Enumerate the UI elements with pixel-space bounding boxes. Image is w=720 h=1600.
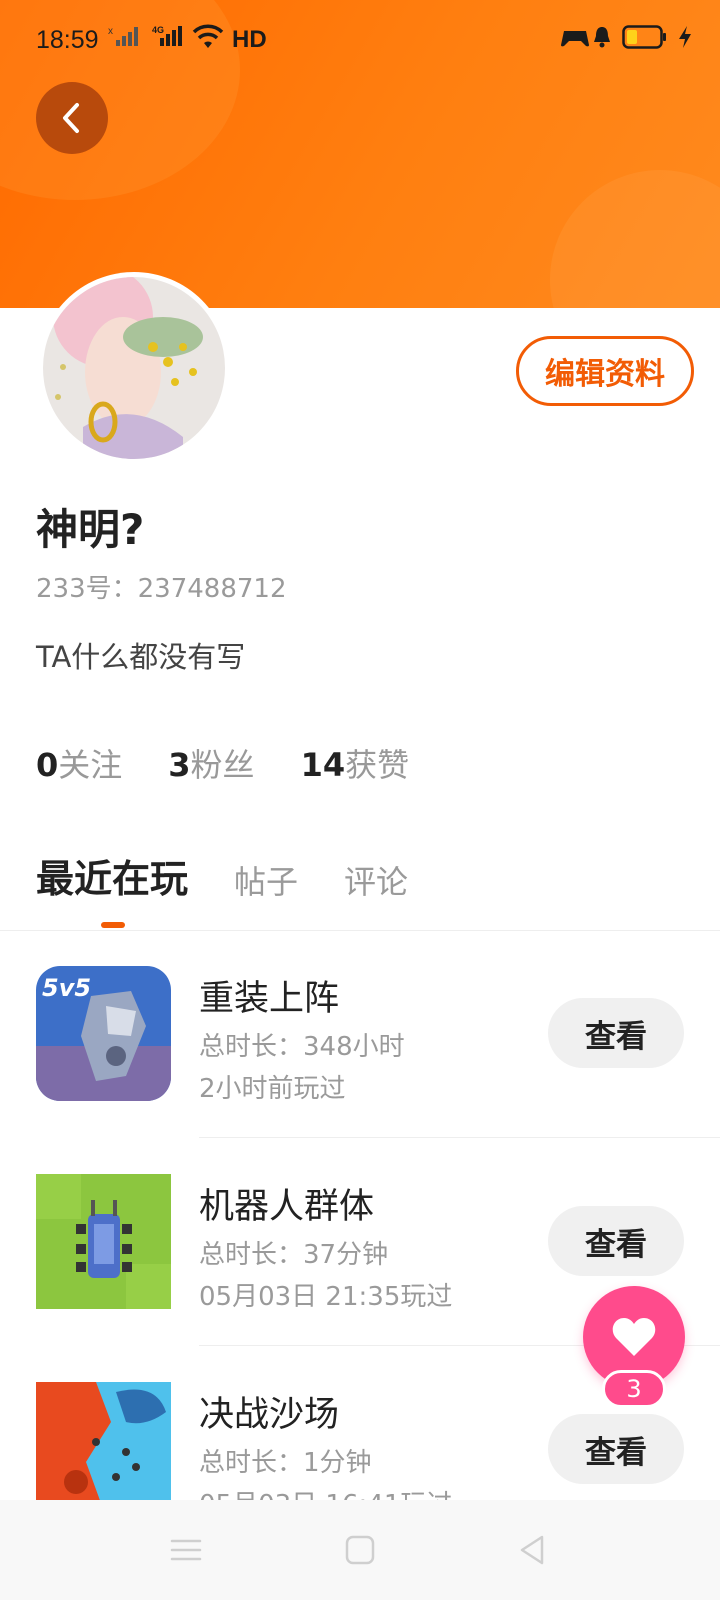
stat-following[interactable]: 0关注 <box>36 740 122 786</box>
avatar-image <box>43 277 225 459</box>
game-thumbnail <box>36 1382 171 1517</box>
home-square-icon[interactable] <box>342 1532 378 1568</box>
back-button[interactable] <box>36 82 108 154</box>
game-icon-robot <box>36 1174 171 1309</box>
stat-label: 粉丝 <box>190 746 255 784</box>
wifi-icon <box>192 24 224 48</box>
profile-header-banner: 18:59 x 4G HD <box>0 0 720 308</box>
menu-icon[interactable] <box>168 1532 204 1568</box>
system-navigation-bar <box>0 1500 720 1600</box>
profile-name: 神明? <box>36 505 145 554</box>
edit-profile-button[interactable]: 编辑资料 <box>516 336 694 406</box>
tab-recently-played[interactable]: 最近在玩 <box>36 848 188 903</box>
avatar-illustration <box>43 277 225 459</box>
header-decoration <box>550 170 720 308</box>
game-thumbnail <box>36 1174 171 1309</box>
profile-uid: 233号：237488712 <box>36 574 287 604</box>
avatar[interactable] <box>38 272 230 464</box>
battery-icon <box>622 25 666 49</box>
profile-stats: 0关注 3粉丝 14获赞 <box>36 740 409 786</box>
svg-text:5v5: 5v5 <box>42 974 91 1002</box>
back-triangle-icon[interactable] <box>514 1532 550 1568</box>
game-last-played: 2小时前玩过 <box>199 1074 346 1104</box>
tab-active-indicator <box>101 922 125 928</box>
game-duration: 总时长：37分钟 <box>199 1240 389 1270</box>
stat-number: 0 <box>36 746 59 784</box>
tab-posts[interactable]: 帖子 <box>234 857 298 903</box>
status-time: 18:59 <box>36 26 99 54</box>
network-hd-label: HD <box>232 26 267 53</box>
tab-comments[interactable]: 评论 <box>344 857 408 903</box>
signal-4g-icon: 4G <box>152 25 182 46</box>
chevron-left-icon <box>63 103 79 133</box>
stat-label: 获赞 <box>345 746 410 784</box>
game-duration: 总时长：1分钟 <box>199 1448 372 1478</box>
game-list-item[interactable]: 5v5 重装上阵 总时长：348小时 2小时前玩过 查看 <box>0 930 720 1138</box>
stat-label: 关注 <box>58 746 123 784</box>
like-count-badge: 3 <box>602 1370 666 1408</box>
heart-icon <box>612 1318 656 1356</box>
svg-text:x: x <box>108 26 113 37</box>
stat-likes[interactable]: 14获赞 <box>301 740 410 786</box>
game-icon-juezhan <box>36 1382 171 1517</box>
status-bar: 18:59 x 4G HD <box>0 0 720 80</box>
profile-bio: TA什么都没有写 <box>36 640 246 674</box>
svg-text:4G: 4G <box>152 25 164 35</box>
status-right-icons <box>560 24 692 50</box>
view-button[interactable]: 查看 <box>548 998 684 1068</box>
stat-number: 14 <box>300 746 346 784</box>
game-title: 机器人群体 <box>199 1187 375 1227</box>
game-last-played: 05月03日 21:35玩过 <box>199 1282 453 1312</box>
charging-icon <box>679 26 691 48</box>
stat-followers[interactable]: 3粉丝 <box>168 740 254 786</box>
game-title: 重装上阵 <box>199 979 340 1019</box>
view-button[interactable]: 查看 <box>548 1414 684 1484</box>
profile-tabs: 最近在玩 帖子 评论 <box>36 848 408 903</box>
view-button[interactable]: 查看 <box>548 1206 684 1276</box>
game-icon-zhongzhuang: 5v5 <box>36 966 171 1101</box>
game-thumbnail: 5v5 <box>36 966 171 1101</box>
stat-number: 3 <box>168 746 191 784</box>
game-title: 决战沙场 <box>199 1395 340 1435</box>
game-controller-icon <box>561 31 589 47</box>
signal-icon: x <box>108 26 138 46</box>
bell-icon <box>594 27 610 48</box>
game-duration: 总时长：348小时 <box>199 1032 405 1062</box>
